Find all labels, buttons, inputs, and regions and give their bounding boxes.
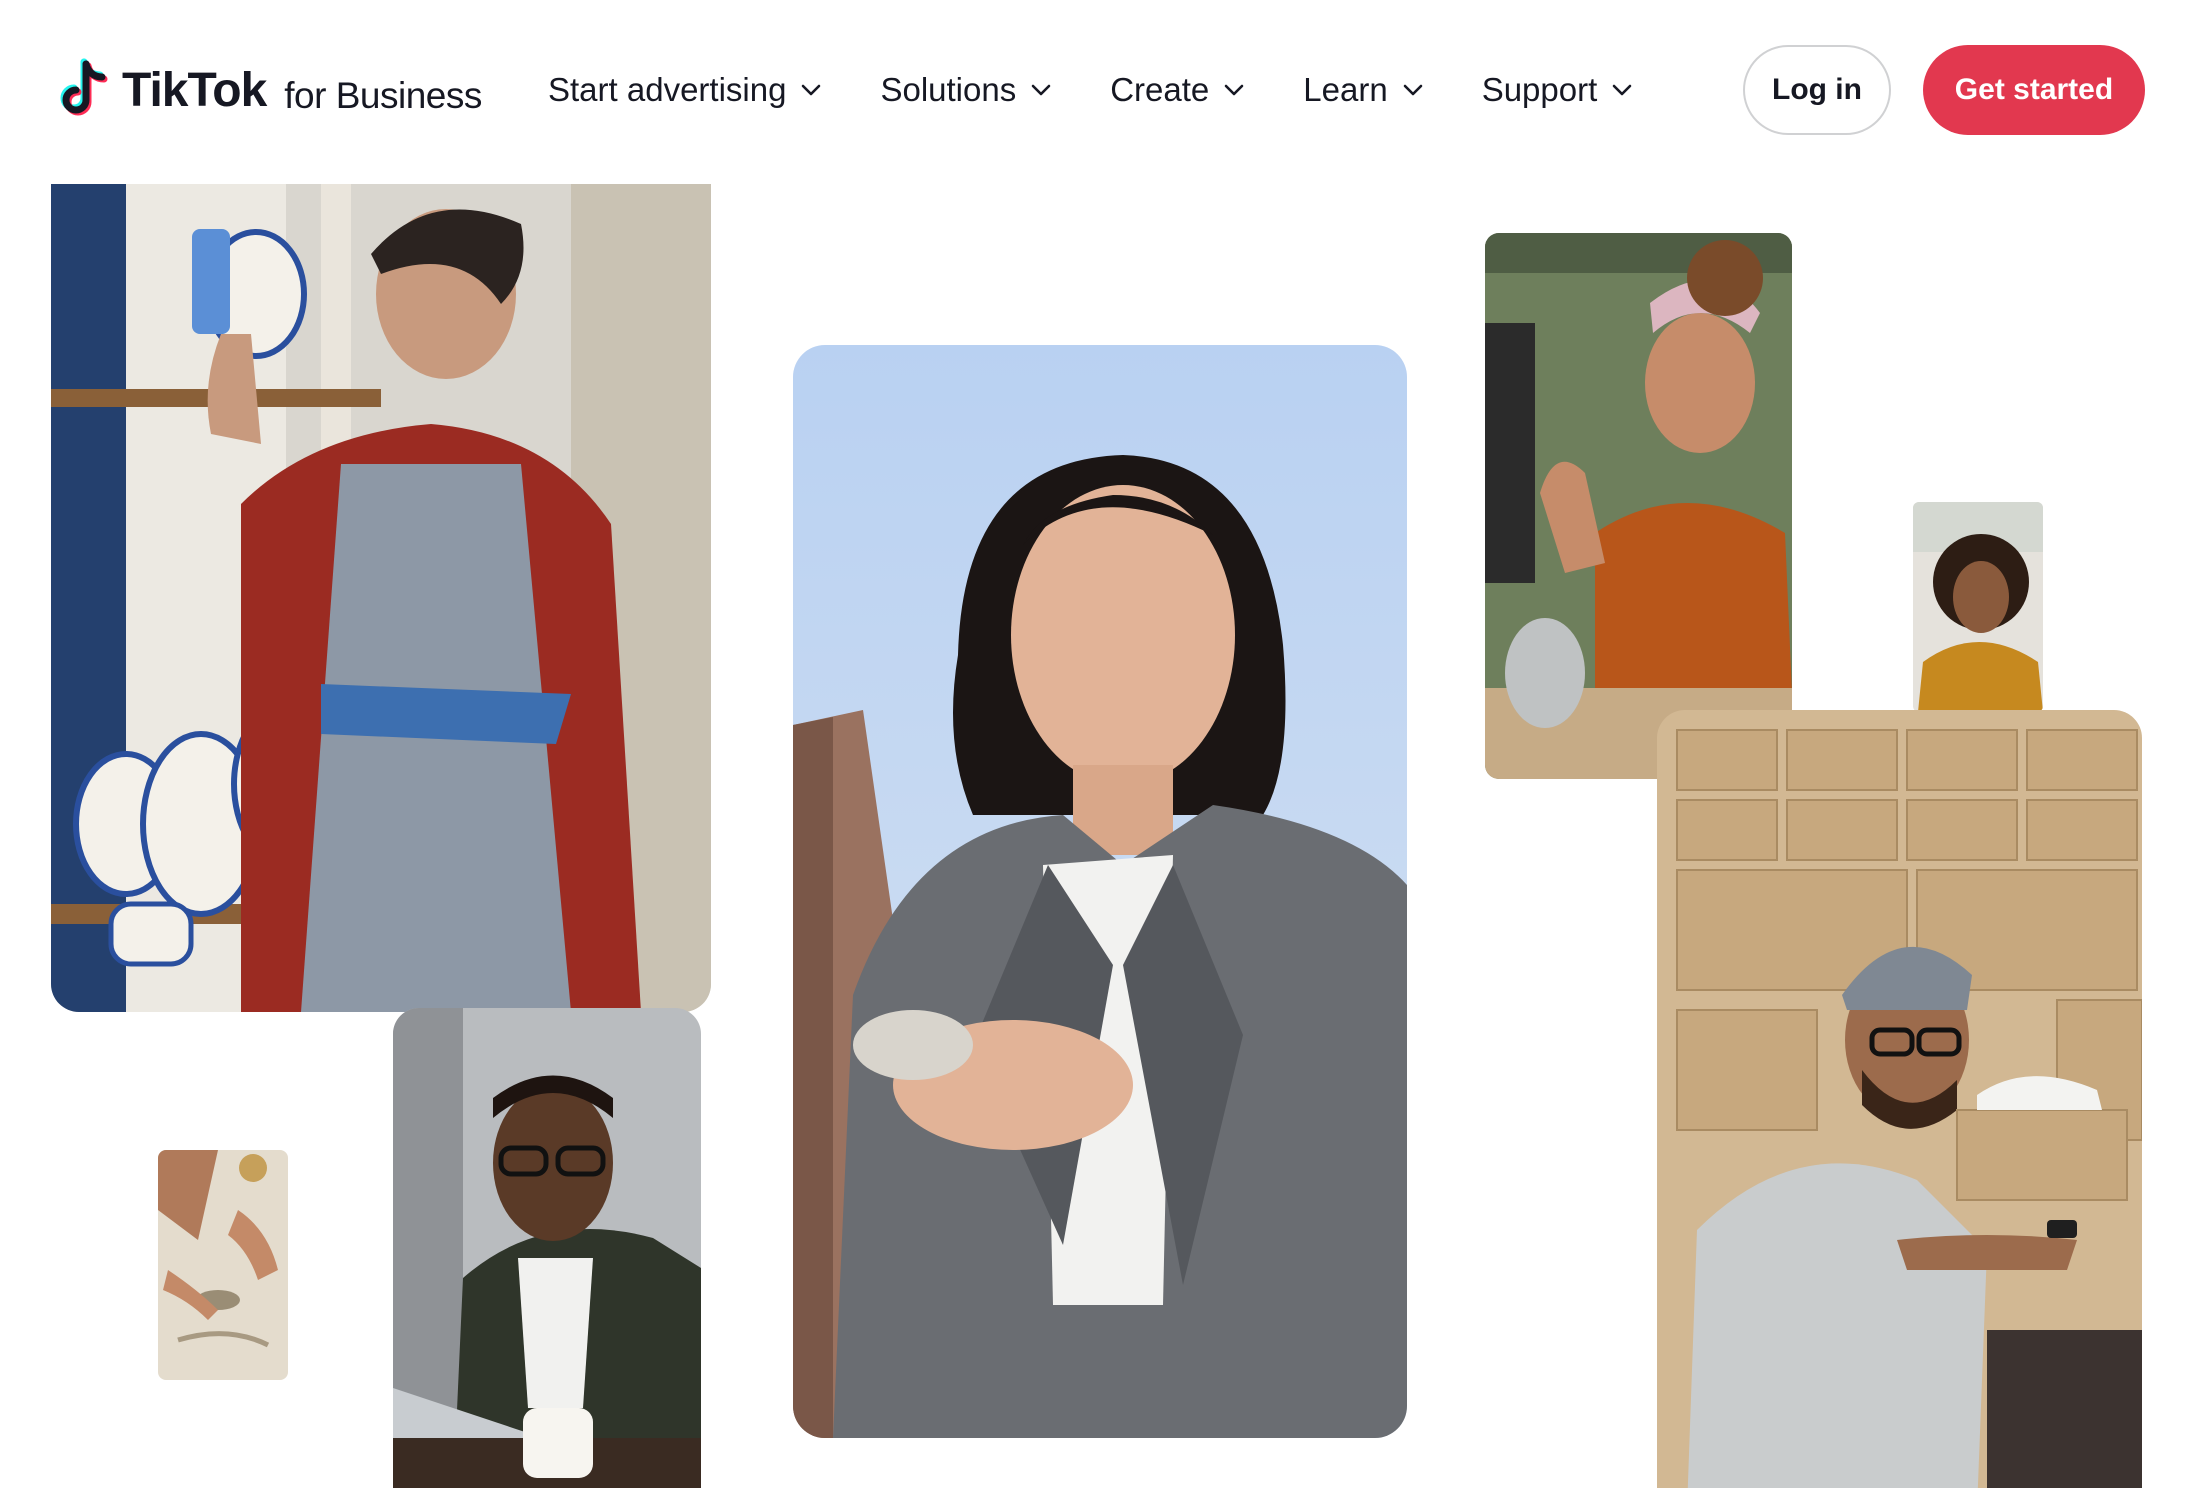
chevron-down-icon [802,84,821,96]
nav-label: Support [1481,71,1598,108]
nav-start-advertising[interactable]: Start advertising [548,58,822,122]
chevron-down-icon [1224,84,1244,96]
man-on-laptop-photo [393,1008,701,1488]
nav-label: Create [1110,71,1210,108]
chevron-down-icon [1403,84,1422,96]
nav-create[interactable]: Create [1110,58,1245,122]
woman-with-phone-photo [793,345,1407,1438]
ceramic-artist-photo [51,184,711,1012]
chevron-down-icon [1612,84,1632,96]
nav-label: Solutions [880,71,1017,108]
logo-suffix: for Business [284,74,482,116]
tiktok-note-icon [60,58,108,116]
main-navigation: Start advertising Solutions Create Learn… [548,58,1633,122]
logo-wordmark: TikTok [122,64,267,117]
nav-label: Learn [1303,71,1388,108]
nav-learn[interactable]: Learn [1303,58,1423,122]
top-nav-bar: TikTok for Business Start advertising So… [0,0,2200,180]
log-in-button[interactable]: Log in [1743,45,1891,135]
woman-curly-hair-photo [1913,502,2043,712]
nav-solutions[interactable]: Solutions [880,58,1052,122]
woman-waving-photo [1485,233,1792,779]
clay-crafting-photo [158,1150,288,1380]
chevron-down-icon [1031,84,1051,96]
get-started-button[interactable]: Get started [1923,45,2145,135]
man-with-boxes-photo [1657,710,2142,1488]
tiktok-for-business-logo[interactable]: TikTok for Business [56,58,482,124]
nav-support[interactable]: Support [1482,58,1634,122]
nav-label: Start advertising [548,71,787,108]
page: TikTok for Business Start advertising So… [0,0,2200,1488]
